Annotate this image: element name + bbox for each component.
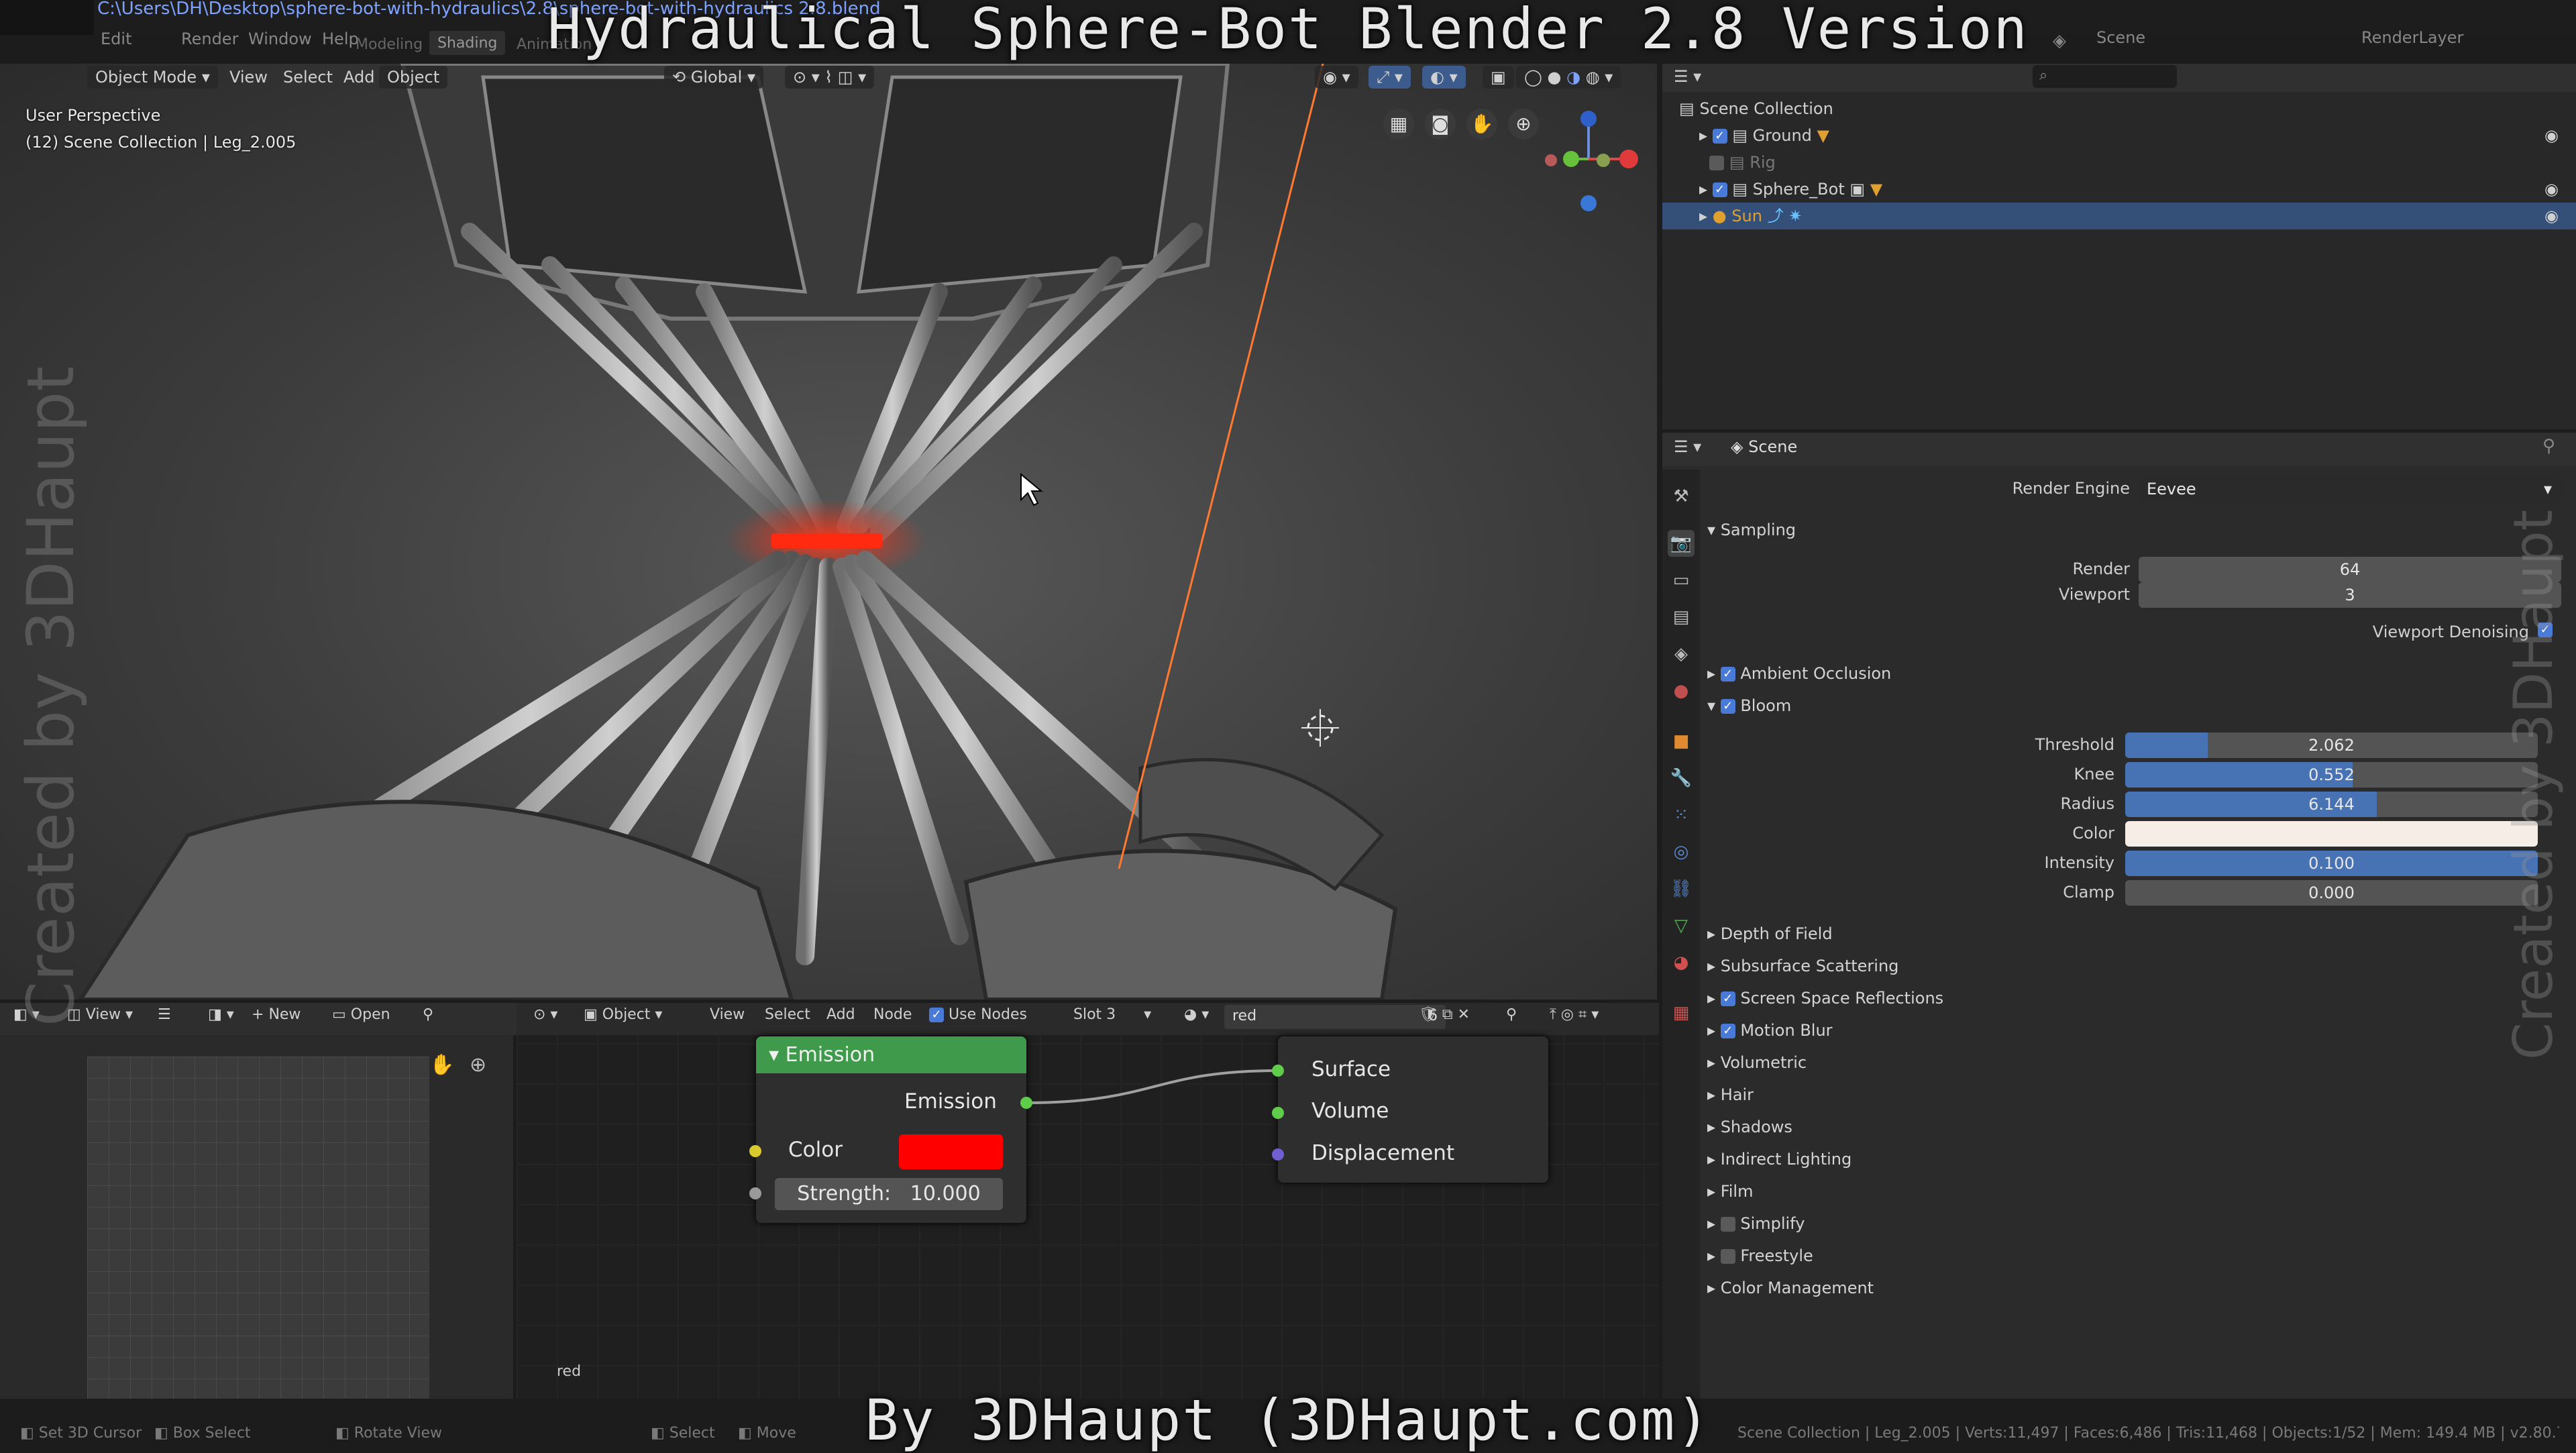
video-title-overlay: Hydraulical Sphere-Bot Blender 2.8 Versi…	[547, 0, 2029, 62]
color-swatch[interactable]	[899, 1134, 1003, 1169]
emission-node-header[interactable]: ▾ Emission	[756, 1036, 1026, 1073]
node-link	[1026, 1069, 1279, 1104]
volume-socket[interactable]	[1272, 1107, 1284, 1119]
displacement-label: Displacement	[1311, 1141, 1455, 1165]
strength-field[interactable]: Strength: 10.000	[775, 1178, 1003, 1210]
surface-label: Surface	[1311, 1057, 1391, 1081]
emission-output-socket[interactable]	[1020, 1097, 1032, 1109]
displacement-socket[interactable]	[1272, 1148, 1284, 1161]
left-watermark: Created by 3DHaupt	[13, 366, 89, 1026]
volume-label: Volume	[1311, 1099, 1389, 1123]
video-credit-overlay: By 3DHaupt (3DHaupt.com)	[865, 1387, 1711, 1453]
color-input-label: Color	[788, 1138, 843, 1162]
emission-output-label: Emission	[904, 1089, 997, 1114]
color-input-socket[interactable]	[749, 1145, 761, 1157]
strength-input-socket[interactable]	[749, 1187, 761, 1199]
right-watermark: Created by 3DHaupt	[2502, 509, 2565, 1060]
surface-socket[interactable]	[1272, 1065, 1284, 1077]
